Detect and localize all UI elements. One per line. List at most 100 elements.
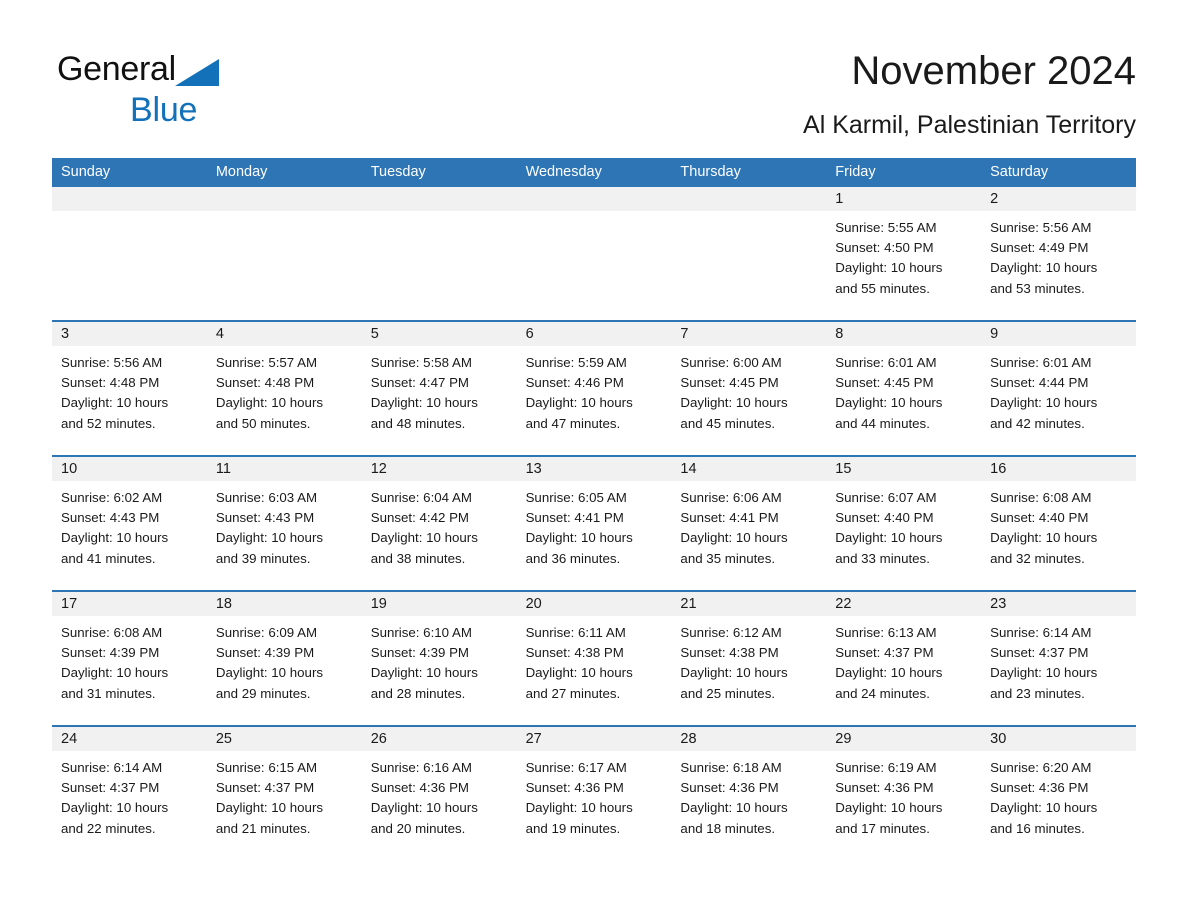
day-number [206,187,362,211]
day-number: 4 [206,322,362,346]
day-sunset-text: Sunset: 4:46 PM [525,375,624,391]
day-daylight1-text: Daylight: 10 hours [61,530,169,546]
day-cell[interactable]: 19 Sunrise: 6:10 AM Sunset: 4:39 PM Dayligh… [361,592,517,725]
day-cell[interactable]: 15 Sunrise: 6:07 AM Sunset: 4:40 PM Dayligh… [826,457,982,590]
day-number: 29 [826,727,982,751]
day-sunrise-text: Sunrise: 5:56 AM [61,355,163,370]
day-cell[interactable]: 10 Sunrise: 6:02 AM Sunset: 4:43 PM Dayligh… [52,457,207,590]
calendar-weeks: 1 Sunrise: 5:55 AM Sunset: 4:50 PM Daylight… [52,187,1136,860]
day-number: 8 [826,322,982,346]
day-daylight2-text: and 44 minutes. [835,415,930,431]
day-cell[interactable]: 12 Sunrise: 6:04 AM Sunset: 4:42 PM Dayligh… [361,457,517,590]
day-cell[interactable]: 29 Sunrise: 6:19 AM Sunset: 4:36 PM Dayligh… [826,727,982,860]
day-cell[interactable]: 25 Sunrise: 6:15 AM Sunset: 4:37 PM Dayligh… [206,727,362,860]
day-daylight2-text: and 35 minutes. [680,550,776,566]
day-cell[interactable]: 6 Sunrise: 5:59 AM Sunset: 4:46 PM Daylight… [516,322,672,455]
day-cell[interactable]: 9 Sunrise: 6:01 AM Sunset: 4:44 PM Daylight… [981,322,1136,455]
day-cell-empty [52,187,207,320]
day-cell[interactable]: 17 Sunrise: 6:08 AM Sunset: 4:39 PM Dayligh… [52,592,207,725]
day-sunset-text: Sunset: 4:37 PM [990,645,1089,661]
day-sunset-text: Sunset: 4:37 PM [835,645,934,661]
day-daylight1-text: Daylight: 10 hours [61,800,169,816]
day-cell[interactable]: 26 Sunrise: 6:16 AM Sunset: 4:36 PM Dayligh… [361,727,517,860]
day-cell[interactable]: 30 Sunrise: 6:20 AM Sunset: 4:36 PM Dayligh… [981,727,1136,860]
day-daylight2-text: and 22 minutes. [61,820,156,836]
day-details: Sunrise: 6:18 AM Sunset: 4:36 PM Daylight:… [671,751,826,839]
day-sunrise-text: Sunrise: 6:03 AM [215,490,318,505]
day-cell[interactable]: 11 Sunrise: 6:03 AM Sunset: 4:43 PM Dayligh… [206,457,362,590]
day-cell[interactable]: 28 Sunrise: 6:18 AM Sunset: 4:36 PM Dayligh… [671,727,827,860]
day-details: Sunrise: 6:14 AM Sunset: 4:37 PM Daylight:… [981,616,1136,704]
day-daylight1-text: Daylight: 10 hours [680,800,788,816]
day-daylight1-text: Daylight: 10 hours [61,665,169,681]
day-details: Sunrise: 5:55 AM Sunset: 4:50 PM Daylight:… [826,211,981,299]
day-sunrise-text: Sunrise: 6:13 AM [835,625,937,640]
day-sunrise-text: Sunrise: 6:06 AM [680,490,782,505]
day-sunrise-text: Sunrise: 6:00 AM [680,355,782,370]
day-details: Sunrise: 6:08 AM Sunset: 4:40 PM Daylight:… [981,481,1136,569]
day-number: 20 [516,592,672,616]
day-daylight1-text: Daylight: 10 hours [370,530,478,546]
day-sunset-text: Sunset: 4:44 PM [990,375,1089,391]
day-sunset-text: Sunset: 4:39 PM [61,645,160,661]
day-number: 9 [981,322,1136,346]
day-number: 5 [361,322,517,346]
day-details: Sunrise: 6:04 AM Sunset: 4:42 PM Daylight:… [362,481,517,569]
day-cell[interactable]: 5 Sunrise: 5:58 AM Sunset: 4:47 PM Daylight… [361,322,517,455]
day-sunrise-text: Sunrise: 6:14 AM [990,625,1092,640]
day-daylight2-text: and 23 minutes. [990,685,1085,701]
day-cell-empty [361,187,517,320]
day-cell[interactable]: 1 Sunrise: 5:55 AM Sunset: 4:50 PM Daylight… [826,187,982,320]
day-sunset-text: Sunset: 4:43 PM [61,510,160,526]
day-daylight1-text: Daylight: 10 hours [835,395,943,411]
day-daylight1-text: Daylight: 10 hours [835,800,943,816]
day-number: 24 [52,727,207,751]
day-sunset-text: Sunset: 4:43 PM [215,510,315,526]
day-sunrise-text: Sunrise: 5:58 AM [370,355,472,370]
day-sunrise-text: Sunrise: 6:10 AM [370,625,472,640]
calendar-week-row: 10 Sunrise: 6:02 AM Sunset: 4:43 PM Dayligh… [52,455,1136,590]
day-number: 7 [671,322,827,346]
day-sunrise-text: Sunrise: 6:17 AM [525,760,627,775]
day-cell[interactable]: 16 Sunrise: 6:08 AM Sunset: 4:40 PM Dayligh… [981,457,1136,590]
day-cell[interactable]: 18 Sunrise: 6:09 AM Sunset: 4:39 PM Dayligh… [206,592,362,725]
day-cell[interactable]: 7 Sunrise: 6:00 AM Sunset: 4:45 PM Daylight… [671,322,827,455]
day-daylight1-text: Daylight: 10 hours [215,665,324,681]
day-cell[interactable]: 2 Sunrise: 5:56 AM Sunset: 4:49 PM Daylight… [981,187,1136,320]
day-sunrise-text: Sunrise: 5:55 AM [835,220,937,235]
day-cell-empty [206,187,362,320]
day-cell[interactable]: 8 Sunrise: 6:01 AM Sunset: 4:45 PM Daylight… [826,322,982,455]
day-sunset-text: Sunset: 4:41 PM [680,510,779,526]
day-details: Sunrise: 6:01 AM Sunset: 4:44 PM Daylight:… [981,346,1136,434]
day-number: 6 [516,322,672,346]
day-details: Sunrise: 6:05 AM Sunset: 4:41 PM Daylight:… [517,481,672,569]
day-cell[interactable]: 24 Sunrise: 6:14 AM Sunset: 4:37 PM Dayligh… [52,727,207,860]
day-sunrise-text: Sunrise: 6:01 AM [990,355,1092,370]
day-details: Sunrise: 6:00 AM Sunset: 4:45 PM Daylight:… [671,346,826,434]
day-details: Sunrise: 6:06 AM Sunset: 4:41 PM Daylight:… [671,481,826,569]
day-daylight2-text: and 45 minutes. [680,415,776,431]
page-header: General Blue November 2024 Al Karmil, Pa… [0,0,1188,158]
day-cell[interactable]: 3 Sunrise: 5:56 AM Sunset: 4:48 PM Daylight… [52,322,207,455]
day-details: Sunrise: 6:01 AM Sunset: 4:45 PM Daylight:… [826,346,981,434]
day-details: Sunrise: 5:58 AM Sunset: 4:47 PM Daylight:… [362,346,517,434]
day-daylight2-text: and 20 minutes. [370,820,466,836]
day-cell[interactable]: 13 Sunrise: 6:05 AM Sunset: 4:41 PM Dayligh… [516,457,672,590]
day-daylight2-text: and 36 minutes. [525,550,621,566]
day-daylight1-text: Daylight: 10 hours [525,800,633,816]
day-daylight1-text: Daylight: 10 hours [835,260,943,276]
day-number: 13 [516,457,672,481]
day-sunset-text: Sunset: 4:40 PM [835,510,934,526]
day-daylight2-text: and 21 minutes. [215,820,311,836]
day-cell[interactable]: 23 Sunrise: 6:14 AM Sunset: 4:37 PM Dayligh… [981,592,1136,725]
day-cell[interactable]: 4 Sunrise: 5:57 AM Sunset: 4:48 PM Daylight… [206,322,362,455]
weekday-header-sunday: Sunday [61,164,111,180]
day-cell[interactable]: 20 Sunrise: 6:11 AM Sunset: 4:38 PM Dayligh… [516,592,672,725]
day-cell[interactable]: 22 Sunrise: 6:13 AM Sunset: 4:37 PM Dayligh… [826,592,982,725]
day-cell[interactable]: 27 Sunrise: 6:17 AM Sunset: 4:36 PM Dayligh… [516,727,672,860]
page-title: November 2024 [851,49,1136,93]
day-number: 19 [361,592,517,616]
day-details: Sunrise: 6:19 AM Sunset: 4:36 PM Daylight:… [826,751,981,839]
day-cell[interactable]: 14 Sunrise: 6:06 AM Sunset: 4:41 PM Dayligh… [671,457,827,590]
day-cell[interactable]: 21 Sunrise: 6:12 AM Sunset: 4:38 PM Dayligh… [671,592,827,725]
